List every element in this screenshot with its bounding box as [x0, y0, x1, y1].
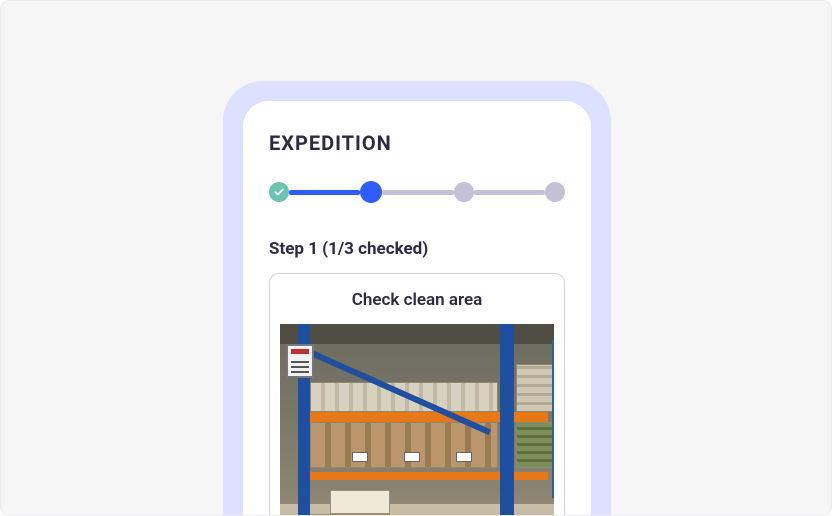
progress-step-2-current[interactable] — [360, 181, 382, 203]
progress-step-4-upcoming[interactable] — [545, 182, 565, 202]
task-card[interactable]: Check clean area — [269, 273, 565, 516]
progress-bar-1 — [289, 190, 360, 195]
progress-stepper — [269, 181, 565, 203]
progress-bar-2 — [382, 190, 453, 195]
progress-step-1-done[interactable] — [269, 182, 289, 202]
step-counter-label: Step 1 (1/3 checked) — [269, 239, 565, 259]
progress-bar-3 — [474, 190, 545, 195]
task-card-title: Check clean area — [270, 274, 564, 324]
stage: EXPEDITION Step 1 (1/3 checked) Check cl… — [0, 0, 832, 516]
page-title: EXPEDITION — [269, 131, 565, 155]
phone-screen: EXPEDITION Step 1 (1/3 checked) Check cl… — [243, 101, 591, 516]
check-icon — [273, 186, 285, 198]
task-card-image — [280, 324, 554, 516]
phone-frame: EXPEDITION Step 1 (1/3 checked) Check cl… — [223, 81, 611, 516]
progress-step-3-upcoming[interactable] — [454, 182, 474, 202]
